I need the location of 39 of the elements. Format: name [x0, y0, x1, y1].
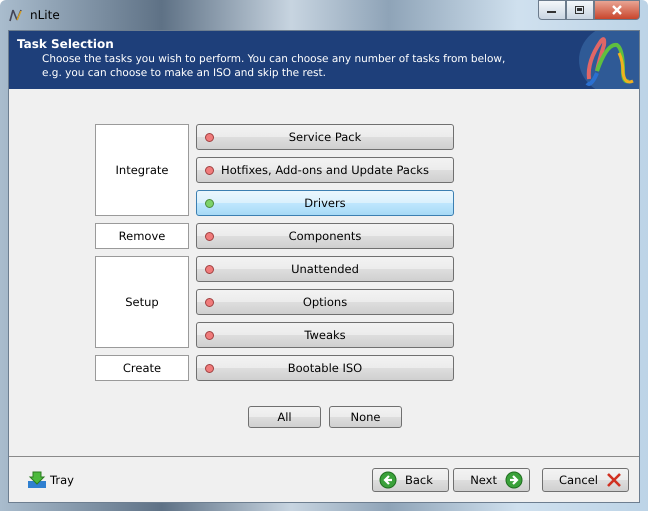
group-label: Integrate: [95, 124, 189, 216]
status-dot-icon: [205, 232, 214, 240]
select-button[interactable]: None: [329, 406, 402, 428]
task-button[interactable]: Options: [196, 289, 454, 315]
status-dot-icon: [205, 264, 214, 274]
window-title: nLite: [30, 8, 60, 22]
task-button[interactable]: Unattended: [196, 256, 454, 282]
maximize-icon: [575, 6, 585, 14]
maximize-button[interactable]: [566, 0, 594, 20]
download-tray-icon: [27, 470, 47, 488]
arrow-left-icon: [379, 470, 397, 488]
status-dot-icon: [205, 330, 214, 340]
task-button[interactable]: Service Pack: [196, 124, 454, 150]
task-button[interactable]: Tweaks: [196, 322, 454, 348]
back-button[interactable]: Back: [372, 468, 449, 492]
app-icon: [8, 7, 24, 23]
status-dot-icon: [205, 132, 214, 142]
status-dot-icon: [205, 198, 214, 208]
status-dot-icon: [205, 364, 214, 372]
status-dot-icon: [205, 166, 214, 174]
status-dot-icon: [205, 298, 214, 306]
next-button[interactable]: Next: [453, 468, 530, 492]
tray-button[interactable]: Tray: [27, 470, 74, 488]
cancel-button[interactable]: Cancel: [542, 468, 629, 492]
task-button[interactable]: Drivers: [196, 190, 454, 216]
header-title: Task Selection: [17, 37, 115, 51]
task-button[interactable]: Components: [196, 223, 454, 249]
minimize-button[interactable]: [538, 0, 566, 20]
task-button[interactable]: Bootable ISO: [196, 355, 454, 381]
arrow-right-icon: [505, 470, 523, 488]
task-button[interactable]: Hotfixes, Add-ons and Update Packs: [196, 157, 454, 183]
group-label: Setup: [95, 256, 189, 348]
select-button[interactable]: All: [248, 406, 321, 428]
header-description: Choose the tasks you wish to perform. You can choose any number of tasks from below, e.g. you can choose to make an ISO and skip the rest.: [41, 52, 506, 80]
group-label: Create: [95, 355, 189, 381]
group-label: Remove: [95, 223, 189, 249]
close-button[interactable]: [594, 0, 640, 20]
cross-icon: [606, 472, 622, 488]
close-icon: [612, 5, 622, 15]
